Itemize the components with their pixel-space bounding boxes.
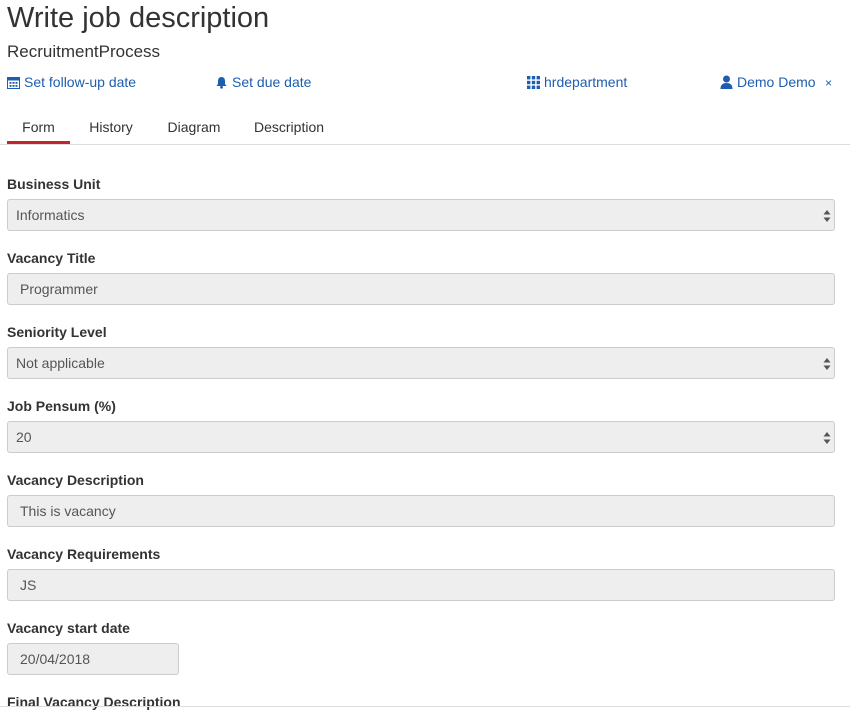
vacancy-start-date-label: Vacancy start date <box>7 620 130 636</box>
job-pensum-value: 20 <box>16 429 32 445</box>
job-pensum-select[interactable]: 20 <box>7 421 835 453</box>
bell-icon <box>215 76 228 89</box>
business-unit-value: Informatics <box>16 207 85 223</box>
grid-icon <box>527 75 540 89</box>
user-icon <box>720 75 733 89</box>
job-pensum-label: Job Pensum (%) <box>7 398 116 414</box>
user-label: Demo Demo <box>737 74 816 90</box>
up-down-arrows-icon <box>823 432 831 444</box>
seniority-level-select[interactable]: Not applicable <box>7 347 835 379</box>
seniority-level-label: Seniority Level <box>7 324 107 340</box>
vacancy-requirements-input[interactable]: JS <box>7 569 835 601</box>
business-unit-select[interactable]: Informatics <box>7 199 835 231</box>
business-unit-label: Business Unit <box>7 176 101 192</box>
group-link[interactable]: hrdepartment <box>527 73 627 91</box>
vacancy-start-date-input[interactable]: 20/04/2018 <box>7 643 179 675</box>
vacancy-title-label: Vacancy Title <box>7 250 96 266</box>
tab-description[interactable]: Description <box>246 109 332 143</box>
vacancy-requirements-label: Vacancy Requirements <box>7 546 161 562</box>
process-name: RecruitmentProcess <box>7 42 161 61</box>
tab-bar: Form History Diagram Description <box>0 109 850 145</box>
vacancy-description-input[interactable]: This is vacancy <box>7 495 835 527</box>
divider <box>0 706 850 707</box>
vacancy-description-label: Vacancy Description <box>7 472 144 488</box>
calendar-icon <box>7 76 20 89</box>
set-follow-up-date-label: Set follow-up date <box>24 74 137 90</box>
tab-form[interactable]: Form <box>7 109 70 144</box>
set-follow-up-date-link[interactable]: Set follow-up date <box>7 73 136 91</box>
set-due-date-link[interactable]: Set due date <box>215 73 311 91</box>
user-link[interactable]: Demo Demo <box>720 73 816 91</box>
seniority-level-value: Not applicable <box>16 355 105 371</box>
tab-history[interactable]: History <box>80 109 142 143</box>
up-down-arrows-icon <box>823 358 831 370</box>
page-title: Write job description <box>7 2 270 34</box>
remove-user-button[interactable]: × <box>825 76 832 90</box>
vacancy-title-input[interactable]: Programmer <box>7 273 835 305</box>
tab-diagram[interactable]: Diagram <box>158 109 230 143</box>
final-vacancy-description-label: Final Vacancy Description <box>7 694 181 710</box>
set-due-date-label: Set due date <box>232 74 312 90</box>
up-down-arrows-icon <box>823 210 831 222</box>
group-label: hrdepartment <box>544 74 628 90</box>
